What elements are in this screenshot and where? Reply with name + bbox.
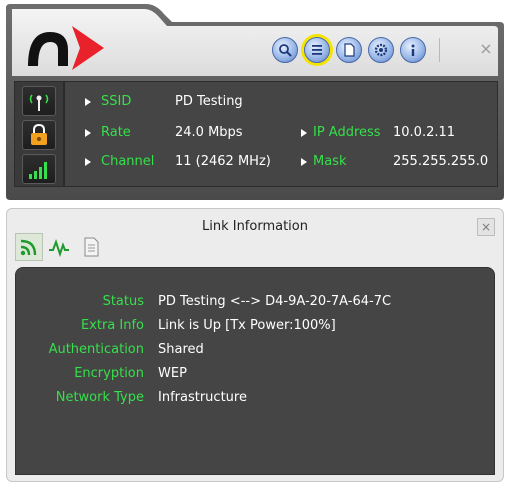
- authentication-value: Shared: [158, 342, 204, 357]
- encryption-label: Encryption: [74, 366, 144, 381]
- network-type-value: Infrastructure: [158, 390, 247, 405]
- brand-logo: [22, 22, 112, 72]
- extra-info-label: Extra Info: [80, 318, 144, 333]
- connection-status-panel: SSID PD Testing Rate 24.0 Mbps IP Addres…: [14, 81, 498, 187]
- channel-label: Channel: [101, 154, 155, 169]
- tab-details[interactable]: [77, 233, 105, 261]
- bullet-icon: [85, 129, 91, 137]
- channel-value: 11 (2462 MHz): [175, 154, 271, 169]
- info-icon: [411, 44, 415, 56]
- magnifier-icon: [279, 44, 292, 57]
- close-button[interactable]: ×: [476, 39, 496, 59]
- toolbar-separator: [439, 38, 440, 62]
- link-row-encryption: Encryption WEP: [16, 365, 494, 383]
- about-button[interactable]: [400, 37, 426, 63]
- gear-icon: [374, 43, 388, 57]
- mask-value: 255.255.255.0: [393, 154, 489, 169]
- status-value: PD Testing <--> D4-9A-20-7A-64-7C: [158, 294, 392, 309]
- list-icon: [312, 45, 322, 55]
- tab-signal[interactable]: [45, 233, 73, 261]
- wifi-icon: [20, 239, 37, 256]
- rate-label: Rate: [101, 125, 131, 140]
- link-window-close-button[interactable]: ×: [477, 218, 495, 236]
- ssid-label: SSID: [101, 94, 132, 109]
- antenna-icon: [22, 86, 56, 116]
- link-row-network-type: Network Type Infrastructure: [16, 389, 494, 407]
- lock-icon: [22, 120, 56, 150]
- ip-address-label: IP Address: [313, 125, 381, 140]
- tab-link[interactable]: [15, 233, 43, 261]
- authentication-label: Authentication: [48, 342, 144, 357]
- link-window-title: Link Information: [201, 219, 308, 234]
- ssid-value: PD Testing: [175, 94, 243, 109]
- pulse-icon: [49, 239, 69, 258]
- utility-main-window: × SSID PD Testing Rate 24.0 Mbps IP Addr…: [6, 4, 504, 200]
- bullet-icon: [85, 98, 91, 106]
- status-icon-column: [15, 82, 65, 186]
- page-icon: [344, 43, 355, 57]
- mask-label: Mask: [313, 154, 347, 169]
- status-label: Status: [102, 294, 144, 309]
- signal-strength-icon: [22, 154, 56, 184]
- link-info-panel: Status PD Testing <--> D4-9A-20-7A-64-7C…: [15, 267, 495, 475]
- bullet-icon: [301, 129, 307, 137]
- network-type-label: Network Type: [55, 390, 144, 405]
- search-button[interactable]: [272, 37, 298, 63]
- rate-value: 24.0 Mbps: [175, 125, 243, 140]
- link-row-status: Status PD Testing <--> D4-9A-20-7A-64-7C: [16, 293, 494, 311]
- link-info-button[interactable]: [304, 37, 330, 63]
- link-row-extra-info: Extra Info Link is Up [Tx Power:100%]: [16, 317, 494, 335]
- bullet-icon: [85, 158, 91, 166]
- settings-button[interactable]: [368, 37, 394, 63]
- extra-info-value: Link is Up [Tx Power:100%]: [158, 318, 336, 333]
- bullet-icon: [301, 158, 307, 166]
- page-button[interactable]: [336, 37, 362, 63]
- document-icon: [84, 237, 99, 257]
- link-row-authentication: Authentication Shared: [16, 341, 494, 359]
- link-information-window: Link Information × Status PD Testing <--…: [6, 208, 504, 482]
- encryption-value: WEP: [158, 366, 187, 381]
- ip-address-value: 10.0.2.11: [393, 125, 456, 140]
